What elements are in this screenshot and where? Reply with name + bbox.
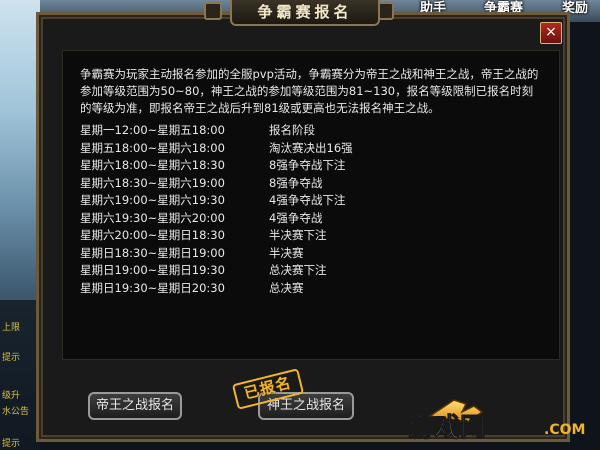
schedule-row: 星期六18:30~星期六19:00 8强争夺战 bbox=[80, 175, 500, 193]
schedule-row: 星期六18:00~星期六18:30 8强争夺战下注 bbox=[80, 157, 500, 175]
schedule-row: 星期一12:00~星期五18:00 报名阶段 bbox=[80, 122, 500, 140]
logo-text: 游戏网 bbox=[408, 413, 486, 443]
schedule-row: 星期日19:30~星期日20:30 总决赛 bbox=[80, 280, 500, 298]
schedule-time: 星期一12:00~星期五18:00 bbox=[80, 123, 225, 137]
schedule-row: 星期日18:30~星期日19:00 半决赛 bbox=[80, 245, 500, 263]
schedule-row: 星期六19:00~星期六19:30 4强争夺战下注 bbox=[80, 192, 500, 210]
schedule-row: 星期五18:00~星期六18:00 淘汰赛决出16强 bbox=[80, 140, 500, 158]
schedule-row: 星期六20:00~星期日18:30 半决赛下注 bbox=[80, 227, 500, 245]
hud-left-text: 提示 bbox=[2, 439, 21, 449]
hud-left-text: 水公告 bbox=[2, 407, 30, 417]
schedule-time: 星期日19:00~星期日19:30 bbox=[80, 263, 225, 277]
schedule-stage: 总决赛 bbox=[269, 280, 304, 295]
schedule-stage: 半决赛 bbox=[269, 245, 304, 260]
schedule-time: 星期六18:00~星期六18:30 bbox=[80, 158, 225, 172]
schedule-row: 星期六19:30~星期六20:00 4强争夺战 bbox=[80, 210, 500, 228]
emperor-battle-register-button[interactable]: 帝王之战报名 bbox=[88, 392, 182, 420]
schedule-time: 星期日18:30~星期日19:00 bbox=[80, 245, 225, 260]
schedule-time: 星期六19:00~星期六19:30 bbox=[80, 193, 225, 207]
hud-left-text: 级升 bbox=[2, 391, 21, 401]
schedule-stage: 4强争夺战下注 bbox=[269, 193, 346, 207]
close-button[interactable]: × bbox=[540, 22, 562, 44]
schedule-time: 星期六18:30~星期六19:00 bbox=[80, 175, 225, 190]
schedule-time: 星期六19:30~星期六20:00 bbox=[80, 210, 225, 225]
schedule-row: 星期日19:00~星期日19:30 总决赛下注 bbox=[80, 262, 500, 280]
schedule-time: 星期日19:30~星期日20:30 bbox=[80, 280, 225, 295]
schedule-stage: 8强争夺战下注 bbox=[269, 158, 346, 172]
schedule-stage: 4强争夺战 bbox=[269, 210, 323, 225]
schedule-stage: 半决赛下注 bbox=[269, 228, 327, 242]
schedule-list: 星期一12:00~星期五18:00 报名阶段 星期五18:00~星期六18:00… bbox=[80, 122, 500, 297]
dialog-title: 争霸赛报名 bbox=[230, 0, 380, 26]
schedule-stage: 报名阶段 bbox=[269, 123, 315, 137]
hud-left-text: 提示 bbox=[2, 353, 21, 363]
logo-graphic: 游戏网 .COM bbox=[408, 399, 585, 444]
schedule-stage: 总决赛下注 bbox=[269, 263, 327, 277]
schedule-time: 星期六20:00~星期日18:30 bbox=[80, 228, 225, 242]
logo-suffix: .COM bbox=[544, 422, 585, 438]
intro-text: 争霸赛为玩家主动报名参加的全服pvp活动，争霸赛分为帝王之战和神王之战，帝王之战… bbox=[80, 67, 539, 115]
schedule-time: 星期五18:00~星期六18:00 bbox=[80, 140, 225, 155]
schedule-stage: 8强争夺战 bbox=[269, 175, 323, 190]
site-logo: 游戏网 .COM bbox=[402, 386, 598, 446]
title-ornament-left bbox=[204, 2, 222, 20]
schedule-stage: 淘汰赛决出16强 bbox=[269, 140, 353, 155]
hud-left-text: 上限 bbox=[2, 323, 21, 333]
